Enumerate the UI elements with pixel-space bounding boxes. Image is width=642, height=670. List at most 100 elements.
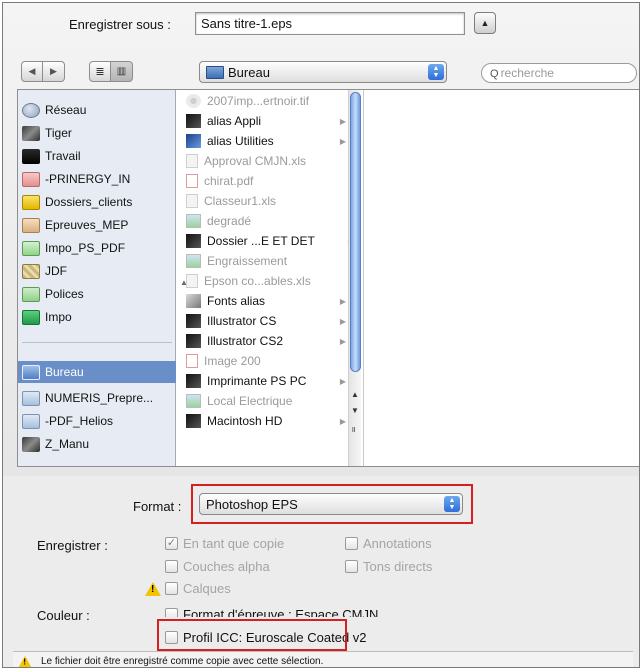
- search-field[interactable]: Qrecherche: [481, 63, 637, 83]
- layers-checkbox[interactable]: ! Calques: [145, 581, 231, 596]
- sidebar-item-jdf[interactable]: JDF: [22, 260, 172, 282]
- sidebar-item-pdf-helios[interactable]: -PDF_Helios: [22, 410, 172, 432]
- hard-drive-icon: [22, 125, 40, 141]
- folder-icon: [186, 374, 201, 388]
- file-row[interactable]: Classeur1.xls: [186, 191, 356, 211]
- sidebar-item-polices[interactable]: Polices: [22, 283, 172, 305]
- file-row[interactable]: alias Appli ▶: [186, 111, 356, 131]
- sidebar-separator: [22, 342, 172, 343]
- warning-notice: ! Le fichier doit être enregistré comme …: [13, 651, 633, 667]
- pdf-file-icon: [186, 354, 198, 368]
- file-label: Dossier ...E ET DET: [207, 234, 315, 248]
- file-label: Illustrator CS2: [207, 334, 284, 348]
- file-row[interactable]: Approval CMJN.xls: [186, 151, 356, 171]
- list-view-button[interactable]: ≣: [89, 61, 111, 82]
- folder-icon: [22, 413, 40, 429]
- file-row[interactable]: alias Utilities ▶: [186, 131, 356, 151]
- alias-icon: [186, 294, 201, 308]
- network-volume-icon: [22, 286, 40, 302]
- sidebar-item-numeris[interactable]: NUMERIS_Prepre...: [22, 387, 172, 409]
- file-row[interactable]: degradé: [186, 211, 356, 231]
- sidebar-item-prinergy[interactable]: -PRINERGY_IN: [22, 168, 172, 190]
- sidebar-item-bureau[interactable]: Bureau: [18, 361, 176, 383]
- network-volume-icon: [22, 240, 40, 256]
- file-label: degradé: [207, 214, 252, 228]
- hard-drive-icon: [22, 436, 40, 452]
- sidebar-item-label: Epreuves_MEP: [45, 218, 129, 232]
- sidebar-item-epreuves-mep[interactable]: Epreuves_MEP: [22, 214, 172, 236]
- sidebar-item-label: Réseau: [45, 103, 87, 117]
- alpha-channels-label: Couches alpha: [183, 559, 270, 574]
- checkbox-icon: [345, 537, 358, 550]
- folder-icon: [186, 314, 201, 328]
- sidebar-item-label: -PRINERGY_IN: [45, 172, 131, 186]
- save-options-label: Enregistrer :: [37, 538, 108, 553]
- scroll-up-icon[interactable]: ▲: [351, 390, 359, 399]
- location-popup[interactable]: Bureau ▲ ▼: [199, 61, 447, 83]
- file-label: Epson co...ables.xls: [204, 274, 311, 288]
- list-view-icon: ≣: [95, 66, 105, 78]
- expand-button[interactable]: ▲: [474, 12, 496, 34]
- sidebar-item-label: Travail: [45, 149, 81, 163]
- file-label: 2007imp...ertnoir.tif: [207, 94, 310, 108]
- spot-colors-label: Tons directs: [363, 559, 433, 574]
- file-row[interactable]: Image 200: [186, 351, 356, 371]
- annotations-label: Annotations: [363, 536, 432, 551]
- sidebar-item-travail[interactable]: Travail: [22, 145, 172, 167]
- resize-handle-icon[interactable]: ॥: [351, 424, 356, 435]
- scroll-down-icon[interactable]: ▼: [351, 406, 359, 415]
- hard-drive-icon: [186, 414, 201, 428]
- navigation-buttons: ◀ ▶: [21, 61, 65, 83]
- file-row[interactable]: Epson co...ables.xls: [186, 271, 356, 291]
- file-row[interactable]: Local Electrique: [186, 391, 356, 411]
- column-scrollbar[interactable]: ▲ ▼ ॥: [348, 90, 361, 466]
- checkbox-icon: [165, 582, 178, 595]
- file-row[interactable]: Dossier ...E ET DET ▶: [186, 231, 356, 251]
- sidebar-item-tiger[interactable]: Tiger: [22, 122, 172, 144]
- sidebar-item-impo-ps-pdf[interactable]: Impo_PS_PDF: [22, 237, 172, 259]
- annotations-checkbox[interactable]: Annotations: [345, 536, 432, 551]
- file-row[interactable]: chirat.pdf: [186, 171, 356, 191]
- file-label: Engraissement: [207, 254, 288, 268]
- as-copy-checkbox[interactable]: ✓ En tant que copie: [165, 536, 284, 551]
- alpha-channels-checkbox[interactable]: Couches alpha: [165, 559, 270, 574]
- popup-arrows-icon: ▲ ▼: [428, 64, 444, 80]
- sidebar-item-reseau[interactable]: Réseau: [22, 99, 172, 121]
- sidebar-item-label: -PDF_Helios: [45, 414, 114, 428]
- location-label: Bureau: [228, 64, 270, 80]
- format-label: Format :: [133, 499, 182, 514]
- column-view-button[interactable]: ▥: [111, 61, 133, 82]
- sidebar-item-impo[interactable]: Impo: [22, 306, 172, 328]
- disclosure-arrow-icon: ▶: [339, 296, 346, 306]
- forward-button[interactable]: ▶: [43, 61, 65, 82]
- file-row[interactable]: Imprimante PS PC ▶: [186, 371, 356, 391]
- file-row[interactable]: Fonts alias ▶: [186, 291, 356, 311]
- scrollbar-thumb[interactable]: [350, 92, 361, 372]
- file-row[interactable]: Engraissement: [186, 251, 356, 271]
- spot-colors-checkbox[interactable]: Tons directs: [345, 559, 432, 574]
- file-row[interactable]: Illustrator CS ▶: [186, 311, 356, 331]
- file-row[interactable]: Macintosh HD ▶: [186, 411, 356, 431]
- file-label: Imprimante PS PC: [207, 374, 307, 388]
- file-browser: Réseau Tiger Travail -PRINERGY_IN Dossie…: [17, 89, 639, 467]
- sidebar-item-dossiers-clients[interactable]: Dossiers_clients: [22, 191, 172, 213]
- sidebar-item-label: Tiger: [45, 126, 72, 140]
- image-file-icon: [186, 254, 201, 268]
- file-row[interactable]: Illustrator CS2 ▶: [186, 331, 356, 351]
- as-copy-label: En tant que copie: [183, 536, 285, 551]
- disclosure-arrow-icon: ▶: [339, 336, 346, 346]
- network-volume-icon: [22, 194, 40, 210]
- network-volume-icon: [22, 217, 40, 233]
- desktop-icon: [206, 65, 224, 79]
- file-label: alias Appli: [207, 114, 262, 128]
- file-label: alias Utilities: [207, 134, 274, 148]
- file-row[interactable]: 2007imp...ertnoir.tif: [186, 91, 356, 111]
- sidebar-item-label: Bureau: [45, 365, 84, 379]
- image-file-icon: [186, 214, 201, 228]
- checkmark-icon: ✓: [165, 537, 178, 550]
- disclosure-arrow-icon: ▶: [339, 116, 346, 126]
- back-button[interactable]: ◀: [21, 61, 43, 82]
- document-icon: [186, 274, 198, 288]
- sidebar-item-z-manu[interactable]: Z_Manu: [22, 433, 172, 455]
- filename-input[interactable]: Sans titre-1.eps: [195, 12, 465, 35]
